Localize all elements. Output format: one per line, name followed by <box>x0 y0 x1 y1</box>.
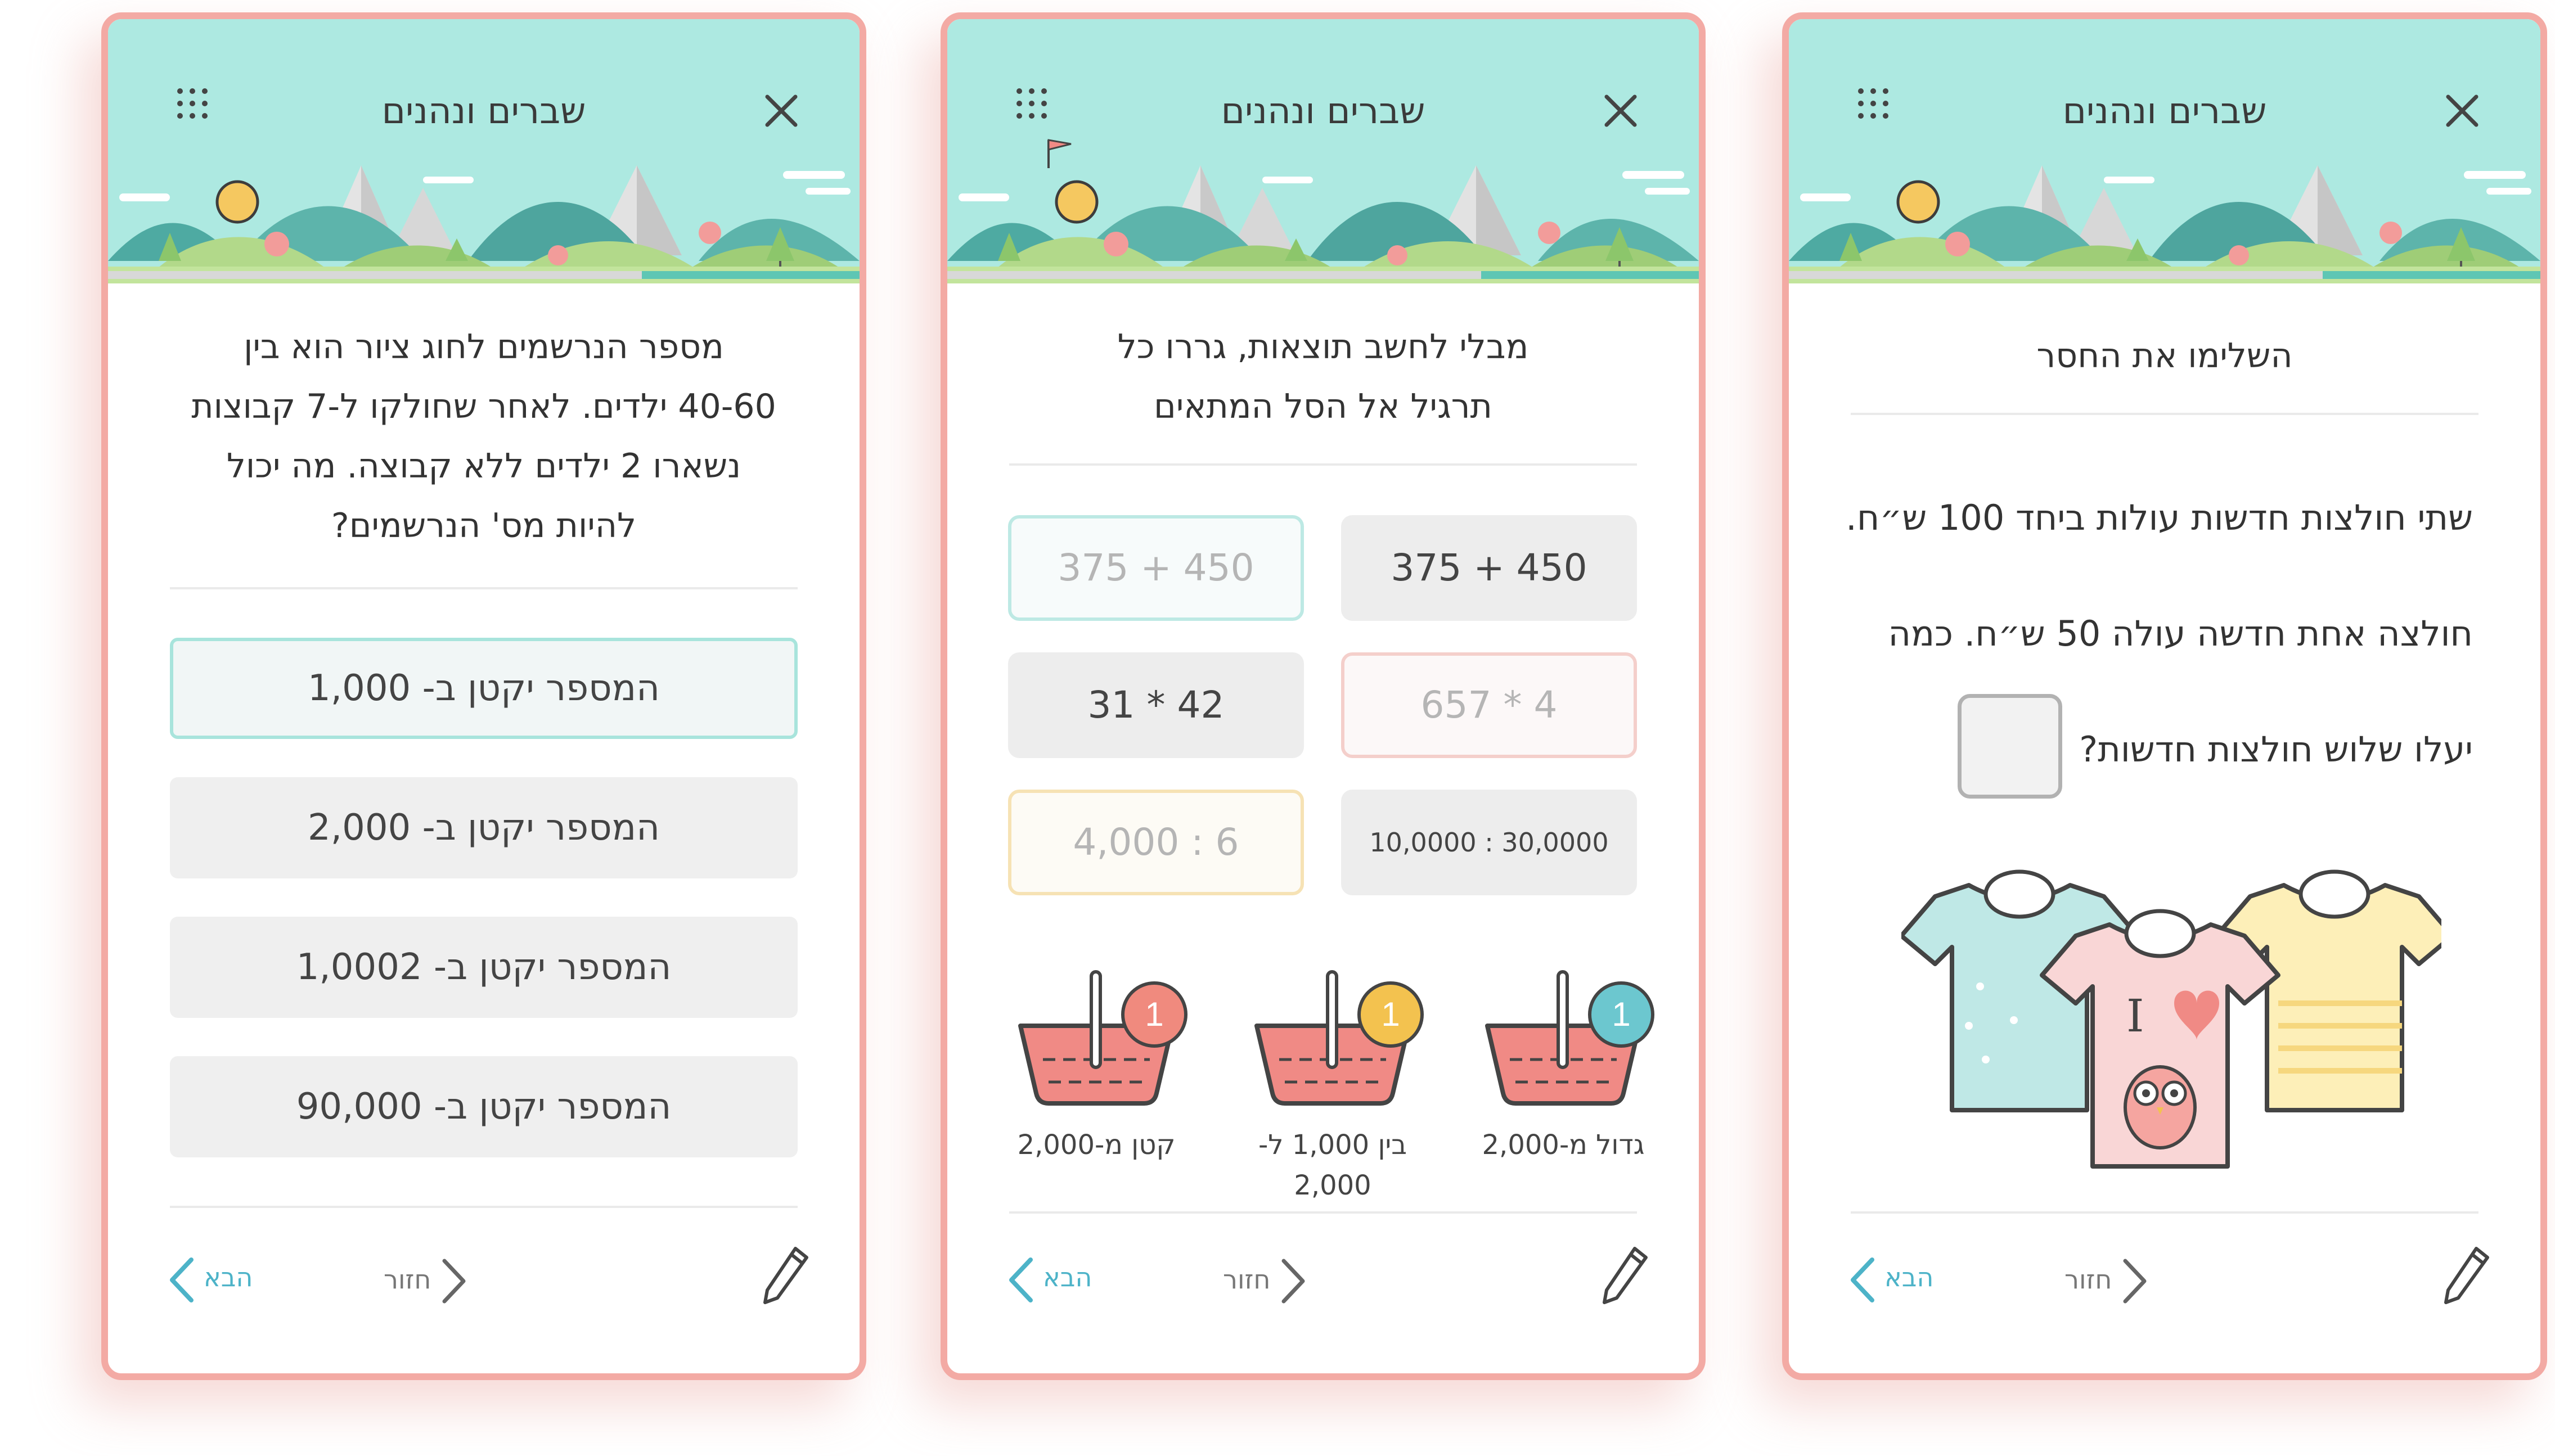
screen-card-2: שברים ונהנים מבלי לחשב תוצאות, גררו כל ת… <box>941 12 1706 1380</box>
chevron-left-icon[interactable] <box>1007 1256 1035 1304</box>
pencil-icon[interactable] <box>2441 1244 2492 1306</box>
header: שברים ונהנים <box>108 19 860 283</box>
answer-option[interactable]: המספר יקטן ב- 1,0002 <box>170 917 798 1018</box>
landscape-illustration <box>108 148 860 283</box>
progress-fill <box>2322 271 2540 279</box>
divider <box>1851 413 2478 415</box>
svg-text:I: I <box>2126 990 2144 1042</box>
shirts-illustration: I <box>1901 869 2441 1169</box>
chevron-left-icon[interactable] <box>168 1256 196 1304</box>
basket-count: 1 <box>1612 995 1630 1033</box>
next-button[interactable]: הבא <box>1884 1262 1933 1292</box>
close-icon[interactable] <box>764 93 799 128</box>
question-text: מספר הנרשמים לחוג ציור הוא בין 40-60 ילד… <box>153 317 815 556</box>
question-line: חולצה אחת חדשה עולה 50 ש״ח. כמה <box>1888 613 2473 654</box>
progress-bar <box>947 271 1699 279</box>
screen-card-1: שברים ונהנים מספר הנרשמים לחוג ציור הוא … <box>101 12 866 1380</box>
landscape-illustration <box>1789 148 2540 283</box>
basket-count: 1 <box>1145 995 1163 1033</box>
page-title: שברים ונהנים <box>1221 91 1425 132</box>
progress-bar <box>108 271 860 279</box>
next-button[interactable]: הבא <box>1043 1262 1092 1292</box>
exercise-tile[interactable]: 4,000 : 6 <box>1008 790 1304 895</box>
exercise-tile[interactable]: 31 * 42 <box>1008 652 1304 758</box>
chevron-right-icon[interactable] <box>2121 1257 2149 1305</box>
screen-card-3: שברים ונהנים השלימו את החסר שתי חולצות ח… <box>1782 12 2547 1380</box>
chevron-right-icon[interactable] <box>440 1257 468 1305</box>
chevron-right-icon[interactable] <box>1279 1257 1307 1305</box>
question-line: מספר הנרשמים לחוג ציור הוא בין <box>244 327 724 367</box>
flag-icon <box>1047 139 1072 168</box>
pencil-icon[interactable] <box>761 1244 811 1306</box>
question-line: מבלי לחשב תוצאות, גררו כל <box>1117 327 1529 367</box>
exercise-tile[interactable]: 375 + 450 <box>1341 515 1637 621</box>
question-text: מבלי לחשב תוצאות, גררו כל תרגיל אל הסל ה… <box>992 317 1654 436</box>
exercise-tile[interactable]: 657 * 4 <box>1341 652 1637 758</box>
header: שברים ונהנים <box>1789 19 2540 283</box>
question-line: להיות מס' הנרשמים? <box>331 506 637 546</box>
back-button[interactable]: חזור <box>384 1264 431 1295</box>
basket-count: 1 <box>1381 995 1400 1033</box>
progress-fill <box>641 271 860 279</box>
back-button[interactable]: חזור <box>2064 1264 2112 1295</box>
divider <box>170 587 798 589</box>
basket-label-line: בין 1,000 ל- <box>1258 1129 1407 1161</box>
basket-between-1000-2000[interactable]: 1 <box>1240 964 1425 1110</box>
question-line: שתי חולצות חדשות עולות ביחד 100 ש״ח. <box>1846 497 2473 538</box>
next-button[interactable]: הבא <box>204 1262 253 1292</box>
divider <box>1009 463 1637 466</box>
answer-option[interactable]: המספר יקטן ב- 2,000 <box>170 777 798 878</box>
header: שברים ונהנים <box>947 19 1699 283</box>
chevron-left-icon[interactable] <box>1848 1256 1877 1304</box>
back-button[interactable]: חזור <box>1223 1264 1270 1295</box>
progress-bar <box>1789 271 2540 279</box>
close-icon[interactable] <box>2445 93 2480 128</box>
question-heading: השלימו את החסר <box>2036 336 2293 376</box>
divider <box>1009 1211 1637 1214</box>
question-line: יעלו שלוש חולצות חדשות? <box>2079 729 2473 770</box>
basket-label: בין 1,000 ל- 2,000 <box>1240 1125 1425 1206</box>
basket-label: גדול מ-2,000 <box>1482 1129 1645 1161</box>
basket-label-line: 2,000 <box>1294 1170 1371 1201</box>
divider <box>170 1206 798 1208</box>
exercise-tile[interactable]: 375 + 450 <box>1008 515 1304 621</box>
basket-less-than-2000[interactable]: 1 <box>1004 964 1189 1110</box>
answer-input[interactable] <box>1958 694 2062 799</box>
exercise-tile[interactable]: 10,0000 : 30,0000 <box>1341 790 1637 895</box>
close-icon[interactable] <box>1603 93 1638 128</box>
answer-option[interactable]: המספר יקטן ב- 1,000 <box>170 638 798 739</box>
basket-label: קטן מ-2,000 <box>1017 1129 1176 1161</box>
basket-greater-than-2000[interactable]: 1 <box>1470 964 1656 1110</box>
question-line: תרגיל אל הסל המתאים <box>1154 387 1492 426</box>
progress-fill <box>1481 271 1699 279</box>
divider <box>1851 1211 2478 1214</box>
page-title: שברים ונהנים <box>2062 91 2267 132</box>
pencil-icon[interactable] <box>1600 1244 1650 1306</box>
page-title: שברים ונהנים <box>381 91 586 132</box>
answer-option[interactable]: המספר יקטן ב- 90,000 <box>170 1056 798 1157</box>
question-line: נשארו 2 ילדים ללא קבוצה. מה יכול <box>226 447 741 486</box>
question-line: 40-60 ילדים. לאחר שחולקו ל-7 קבוצות <box>191 387 776 426</box>
